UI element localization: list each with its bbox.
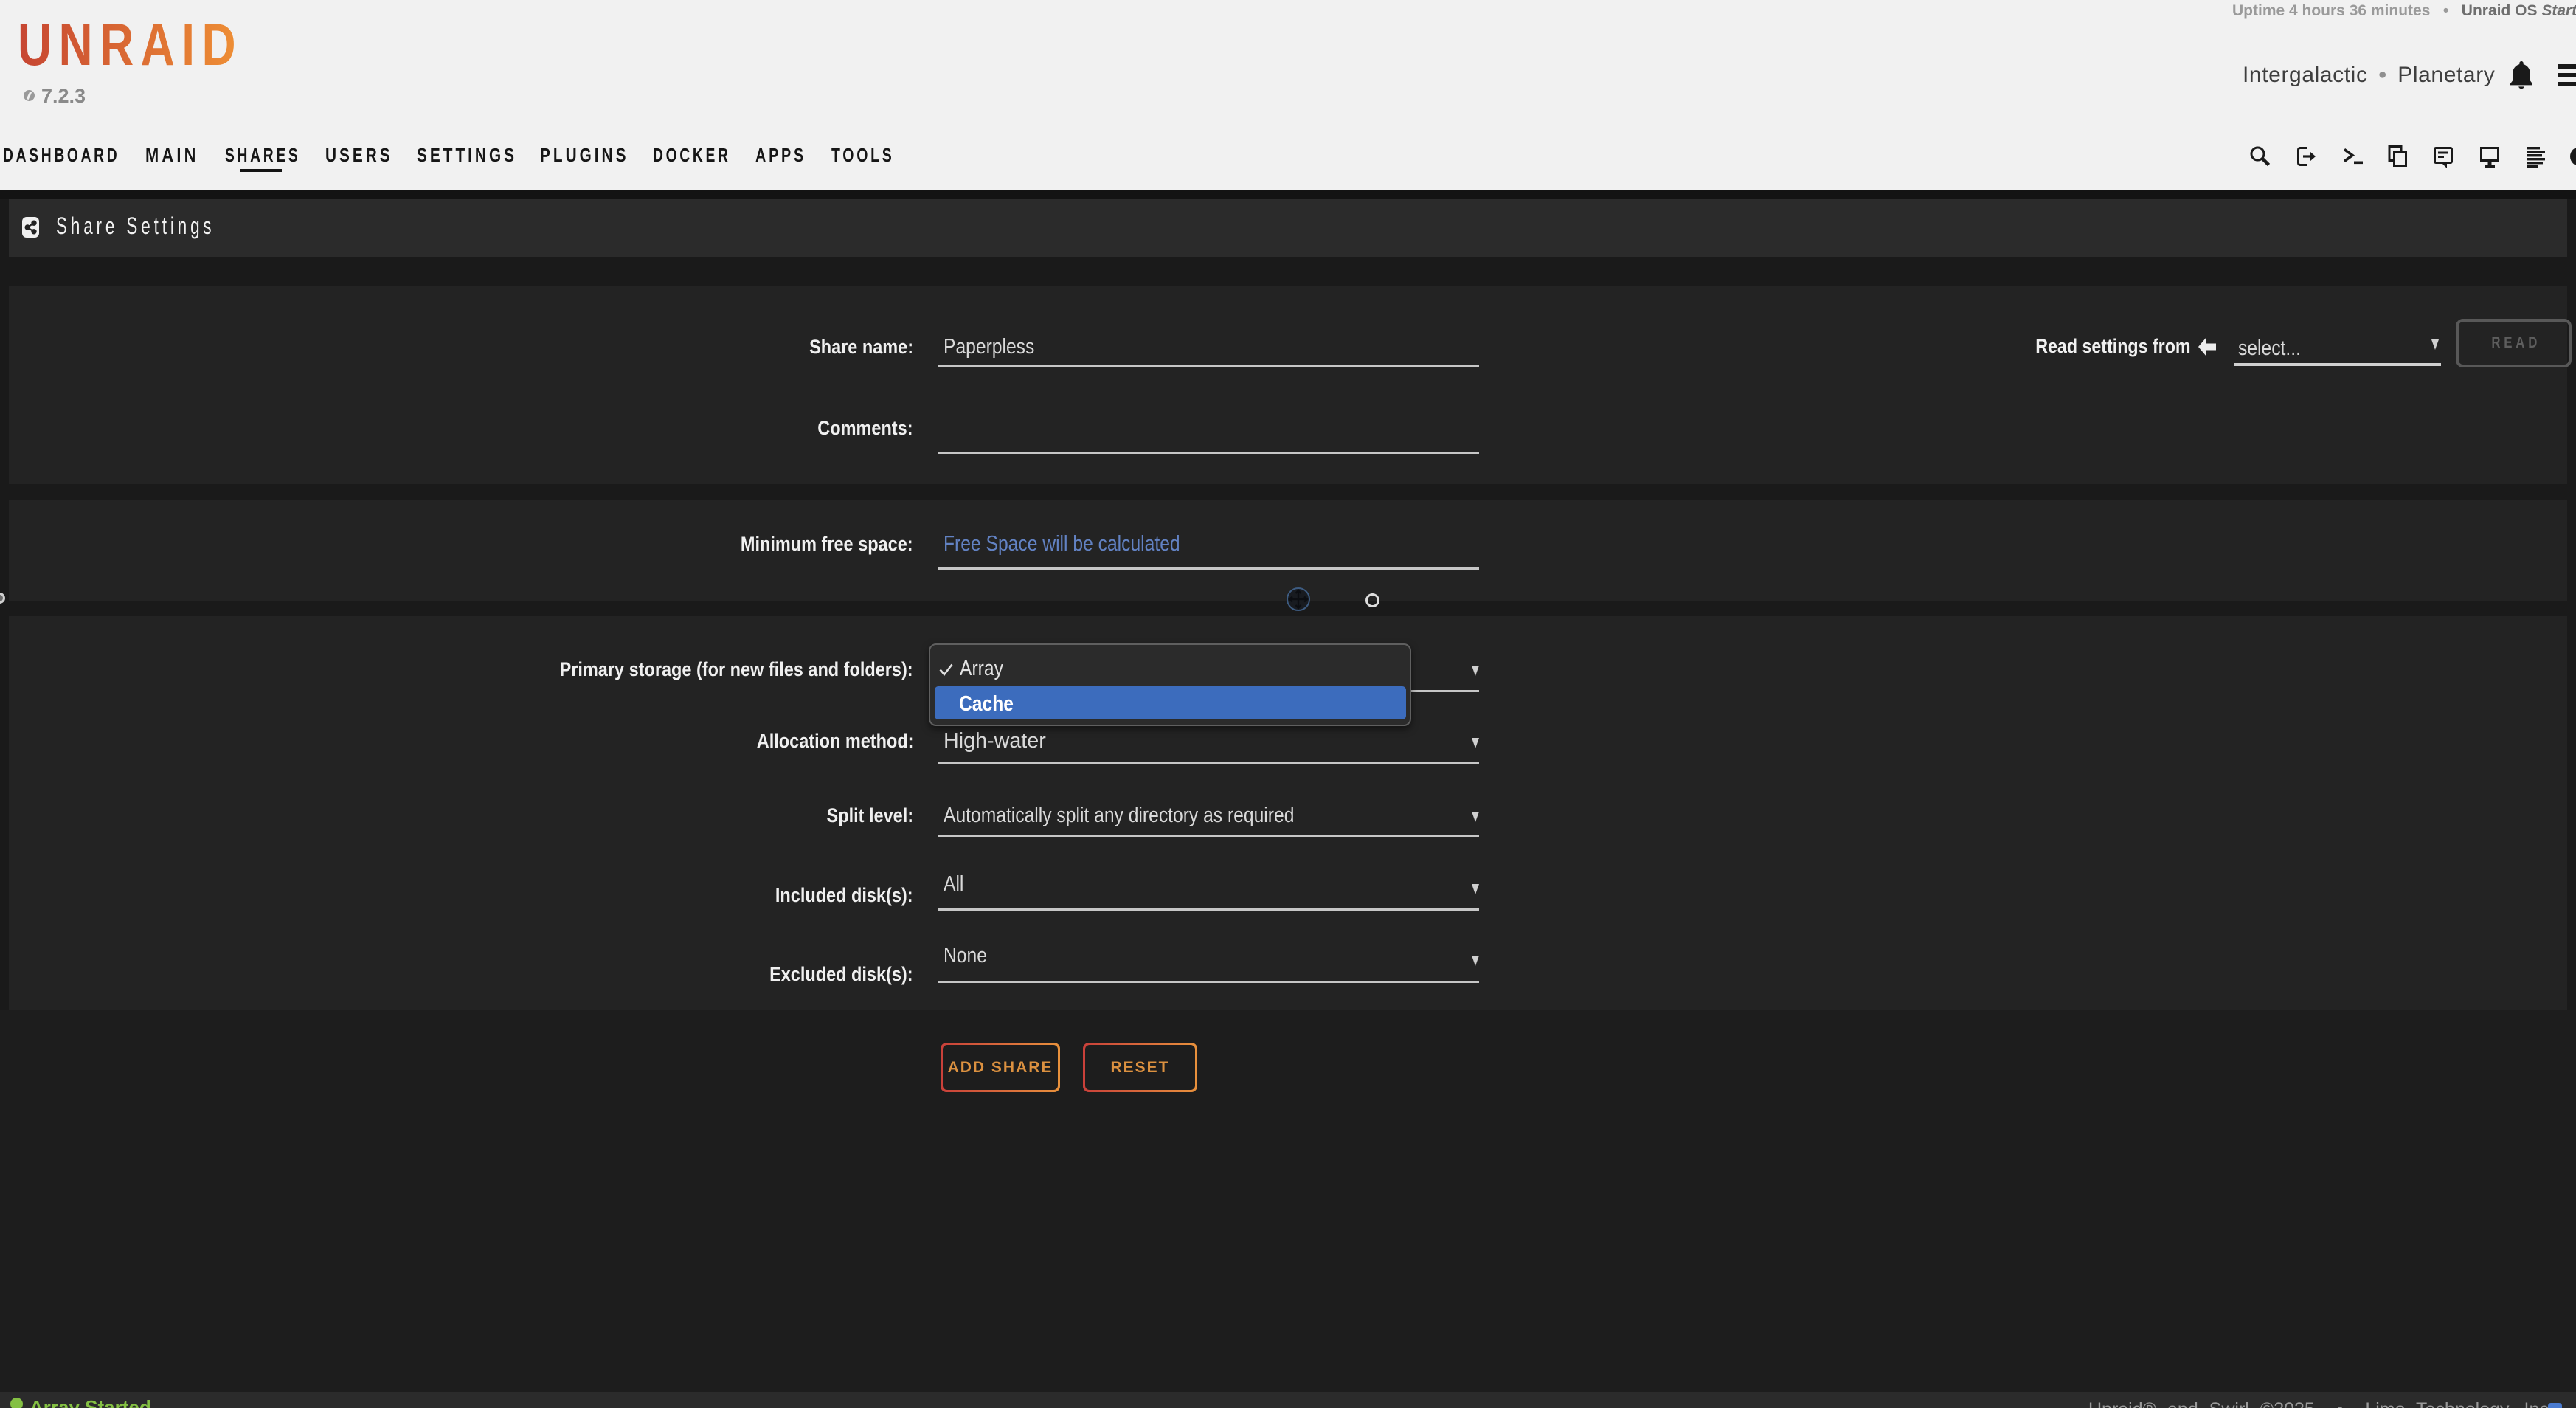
svg-text:UNRAID: UNRAID xyxy=(18,18,243,71)
